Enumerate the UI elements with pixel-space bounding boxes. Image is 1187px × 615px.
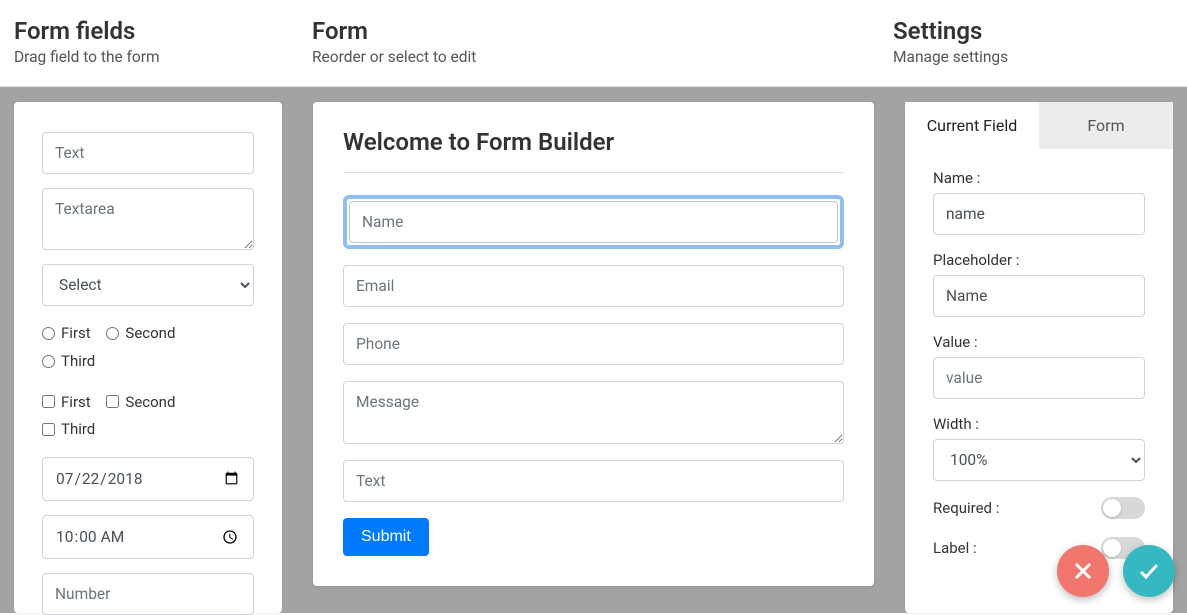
settings-tabs: Current Field Form <box>905 102 1173 149</box>
setting-placeholder-label: Placeholder : <box>933 251 1145 269</box>
palette-check-1[interactable] <box>42 395 55 408</box>
palette-date-field[interactable] <box>42 457 254 501</box>
tab-form[interactable]: Form <box>1039 102 1173 149</box>
palette-radio-2[interactable] <box>106 327 119 340</box>
cancel-button[interactable] <box>1057 545 1109 597</box>
tab-current-field[interactable]: Current Field <box>905 102 1039 149</box>
workspace: Select First Second Third First Second T… <box>0 87 1187 613</box>
form-field-name-selected[interactable] <box>343 195 844 249</box>
header-col-fields: Form fields Drag field to the form <box>14 16 312 66</box>
palette-check-3[interactable] <box>42 423 55 436</box>
submit-button[interactable]: Submit <box>343 518 429 556</box>
settings-panel: Current Field Form Name : Placeholder : … <box>905 102 1173 613</box>
settings-title: Settings <box>893 16 1173 46</box>
setting-width-label: Width : <box>933 415 1145 433</box>
palette-time-field[interactable] <box>42 515 254 559</box>
palette-radio-3[interactable] <box>42 355 55 368</box>
form-title: Form <box>312 16 893 46</box>
form-field-text-input[interactable] <box>343 460 844 502</box>
palette-check-2-label: Second <box>125 389 175 415</box>
palette-text-field[interactable] <box>42 132 254 174</box>
setting-name-label: Name : <box>933 169 1145 187</box>
palette-radio-1[interactable] <box>42 327 55 340</box>
palette-check-2[interactable] <box>106 395 119 408</box>
setting-value-input[interactable] <box>933 357 1145 399</box>
settings-subtitle: Manage settings <box>893 48 1173 66</box>
settings-body: Name : Placeholder : Value : Width : 100… <box>905 149 1173 579</box>
palette-check-3-label: Third <box>61 416 95 442</box>
header-row: Form fields Drag field to the form Form … <box>0 0 1187 87</box>
palette-radio-3-label: Third <box>61 348 95 374</box>
header-col-form: Form Reorder or select to edit <box>312 16 893 66</box>
form-canvas: Welcome to Form Builder Submit <box>313 102 874 586</box>
setting-label-label: Label : <box>933 539 977 557</box>
palette-select-field[interactable]: Select <box>42 264 254 306</box>
confirm-button[interactable] <box>1123 545 1175 597</box>
form-field-email-input[interactable] <box>343 265 844 307</box>
palette-textarea-field[interactable] <box>42 188 254 250</box>
setting-required-label: Required : <box>933 499 999 517</box>
setting-name-input[interactable] <box>933 193 1145 235</box>
setting-value-label: Value : <box>933 333 1145 351</box>
palette-radio-1-label: First <box>61 320 91 346</box>
palette-check-1-label: First <box>61 389 91 415</box>
fab-row <box>1057 545 1175 597</box>
header-col-settings: Settings Manage settings <box>893 16 1173 66</box>
form-canvas-divider <box>343 172 844 173</box>
form-field-name-input[interactable] <box>349 201 838 243</box>
setting-required-toggle[interactable] <box>1101 497 1145 519</box>
palette-checkbox-group: First Second Third <box>42 389 254 443</box>
setting-width-select[interactable]: 100% <box>933 439 1145 481</box>
palette-radio-group: First Second Third <box>42 320 254 374</box>
fields-subtitle: Drag field to the form <box>14 48 312 66</box>
form-canvas-title: Welcome to Form Builder <box>343 128 844 156</box>
check-icon <box>1137 559 1161 583</box>
form-subtitle: Reorder or select to edit <box>312 48 893 66</box>
form-field-message-textarea[interactable] <box>343 381 844 443</box>
form-field-phone-input[interactable] <box>343 323 844 365</box>
palette-radio-2-label: Second <box>125 320 175 346</box>
setting-placeholder-input[interactable] <box>933 275 1145 317</box>
fields-title: Form fields <box>14 16 312 46</box>
fields-panel: Select First Second Third First Second T… <box>14 102 282 613</box>
close-icon <box>1072 560 1094 582</box>
